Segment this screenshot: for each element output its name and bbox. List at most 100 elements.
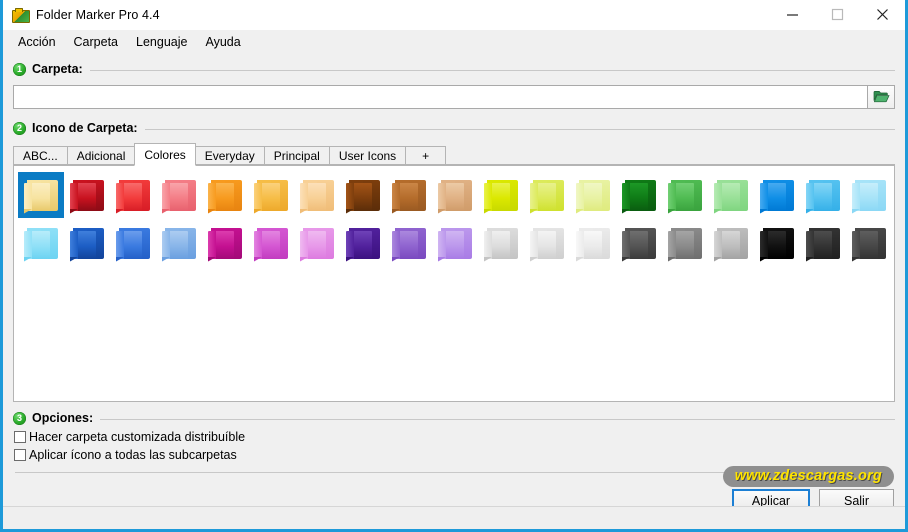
folder-icon-glyph <box>116 227 150 262</box>
tab-adicional[interactable]: Adicional <box>66 146 136 165</box>
browse-folder-button[interactable] <box>867 85 895 109</box>
folder-icon-glyph <box>852 179 886 214</box>
folder-icon-glyph <box>576 179 610 214</box>
folder-icon-glyph <box>438 227 472 262</box>
folder-icon-glyph <box>70 227 104 262</box>
option-distributable-checkbox[interactable] <box>14 431 26 443</box>
folder-icon-silver[interactable] <box>708 220 754 266</box>
tab-add-icon[interactable]: + <box>405 146 447 165</box>
folder-icon-glyph <box>116 179 150 214</box>
folder-icon-cornflower[interactable] <box>156 220 202 266</box>
folder-icon-charcoal[interactable] <box>800 220 846 266</box>
folder-icon-dark-brown[interactable] <box>340 172 386 218</box>
folder-icon-medium-blue[interactable] <box>110 220 156 266</box>
options-section: 3 Opciones: Hacer carpeta customizada di… <box>3 408 905 464</box>
folder-icon-glyph <box>24 227 58 262</box>
folder-icon-light-gray-3[interactable] <box>570 220 616 266</box>
folder-icon-red[interactable] <box>110 172 156 218</box>
menu-bar: Acción Carpeta Lenguaje Ayuda <box>3 30 905 53</box>
folder-icon-glyph <box>806 227 840 262</box>
folder-icon-lime[interactable] <box>524 172 570 218</box>
tab-colores[interactable]: Colores <box>134 143 196 166</box>
folder-icon-salmon[interactable] <box>156 172 202 218</box>
tab-principal[interactable]: Principal <box>263 146 330 165</box>
folder-icon-light-gray-2[interactable] <box>524 220 570 266</box>
folder-icon-glyph <box>254 227 288 262</box>
folder-icon-light-purple[interactable] <box>432 220 478 266</box>
folder-icon-glyph <box>254 179 288 214</box>
folder-icon-glyph <box>208 227 242 262</box>
tab-user-icons[interactable]: User Icons <box>328 146 407 165</box>
folder-icon-glyph <box>530 227 564 262</box>
icon-grid-row <box>18 220 890 268</box>
folder-icon-orchid[interactable] <box>248 220 294 266</box>
minimize-icon[interactable] <box>770 0 815 29</box>
folder-icon-tan[interactable] <box>432 172 478 218</box>
folder-icon-light-green[interactable] <box>708 172 754 218</box>
folder-icon-black[interactable] <box>754 220 800 266</box>
folder-icon-brown[interactable] <box>386 172 432 218</box>
folder-icon-glyph <box>162 179 196 214</box>
folder-icon-glyph <box>438 179 472 214</box>
folder-icon-glyph <box>668 179 702 214</box>
title-bar: Folder Marker Pro 4.4 <box>3 0 905 30</box>
option-subfolders-label: Aplicar ícono a todas las subcarpetas <box>29 448 237 462</box>
folder-icon-royal-blue[interactable] <box>64 220 110 266</box>
folder-icon-yellow-green[interactable] <box>478 172 524 218</box>
folder-icon-light-orange[interactable] <box>248 172 294 218</box>
folder-icon-glyph <box>668 227 702 262</box>
folder-icon-glyph <box>70 179 104 214</box>
tab-everyday[interactable]: Everyday <box>194 146 265 165</box>
icon-section-label: Icono de Carpeta: <box>32 121 138 135</box>
folder-icon-dark-gray[interactable] <box>616 220 662 266</box>
folder-icon-pink-violet[interactable] <box>294 220 340 266</box>
folder-icon-purple[interactable] <box>386 220 432 266</box>
folder-icon-glyph <box>852 227 886 262</box>
folder-icon-glyph <box>714 227 748 262</box>
status-bar <box>3 506 905 529</box>
options-section-header: 3 Opciones: <box>3 408 905 428</box>
folder-section-rule <box>89 69 895 71</box>
folder-icon-light-cyan[interactable] <box>18 220 64 266</box>
step-badge-3: 3 <box>13 411 26 425</box>
menu-item-lenguaje[interactable]: Lenguaje <box>127 32 196 52</box>
folder-icon-light-gray-1[interactable] <box>478 220 524 266</box>
option-distributable-row[interactable]: Hacer carpeta customizada distribuíble <box>3 428 905 446</box>
folder-icon-pale-lime[interactable] <box>570 172 616 218</box>
folder-icon-glyph <box>530 179 564 214</box>
folder-icon-glyph <box>346 179 380 214</box>
menu-item-accion[interactable]: Acción <box>9 32 65 52</box>
menu-item-carpeta[interactable]: Carpeta <box>65 32 127 52</box>
folder-icon-dark-green[interactable] <box>616 172 662 218</box>
folder-icon-magenta[interactable] <box>202 220 248 266</box>
menu-item-ayuda[interactable]: Ayuda <box>196 32 249 52</box>
option-subfolders-row[interactable]: Aplicar ícono a todas las subcarpetas <box>3 446 905 464</box>
folder-icon-dark-red[interactable] <box>64 172 110 218</box>
folder-icon-pale-blue[interactable] <box>846 172 892 218</box>
folder-icon-glyph <box>346 227 380 262</box>
maximize-icon[interactable] <box>815 0 860 29</box>
folder-icon-glyph <box>162 227 196 262</box>
folder-icon-glyph <box>392 179 426 214</box>
folder-icon-peach[interactable] <box>294 172 340 218</box>
folder-icon-glyph <box>760 227 794 262</box>
window-controls <box>770 0 905 29</box>
open-folder-browse-icon <box>873 89 890 106</box>
folder-icon-orange[interactable] <box>202 172 248 218</box>
folder-icon-glyph <box>484 227 518 262</box>
icon-grid-panel[interactable] <box>13 165 895 402</box>
close-icon[interactable] <box>860 0 905 29</box>
folder-icon-slate[interactable] <box>846 220 892 266</box>
folder-icon-glyph <box>622 179 656 214</box>
tab-abc[interactable]: ABC... <box>13 146 68 165</box>
folder-icon-dark-purple[interactable] <box>340 220 386 266</box>
folder-path-input[interactable] <box>13 85 867 109</box>
folder-icon-blue[interactable] <box>754 172 800 218</box>
folder-icon-sky-blue[interactable] <box>800 172 846 218</box>
folder-icon-glyph <box>300 227 334 262</box>
folder-icon-yellow[interactable] <box>18 172 64 218</box>
folder-icon-gray[interactable] <box>662 220 708 266</box>
option-subfolders-checkbox[interactable] <box>14 449 26 461</box>
folder-icon-glyph <box>300 179 334 214</box>
folder-icon-green[interactable] <box>662 172 708 218</box>
